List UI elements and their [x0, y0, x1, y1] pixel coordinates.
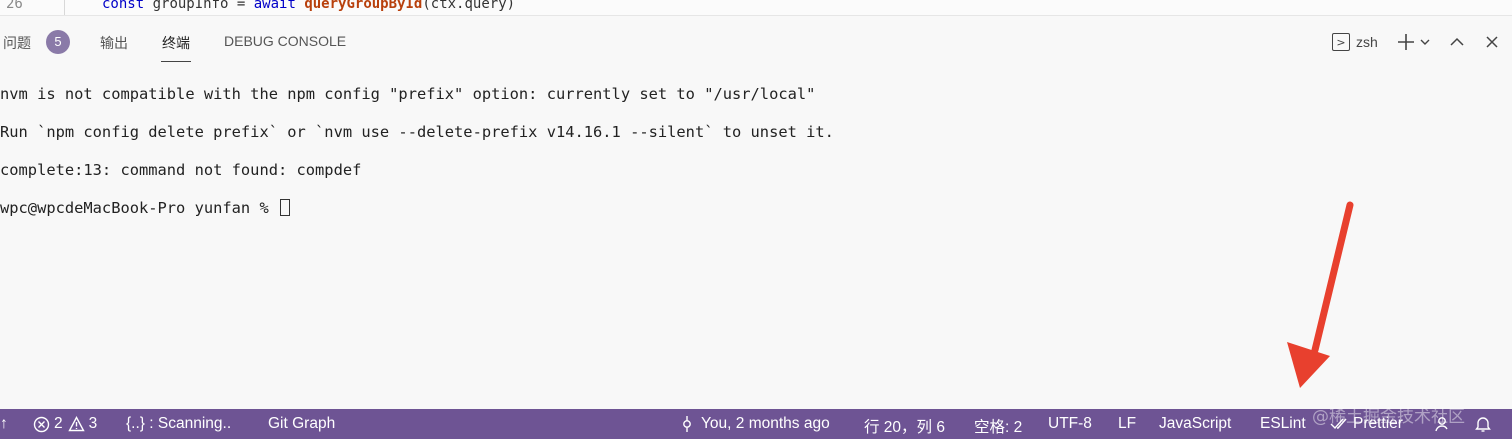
annotation-arrow-icon: [1287, 201, 1354, 388]
